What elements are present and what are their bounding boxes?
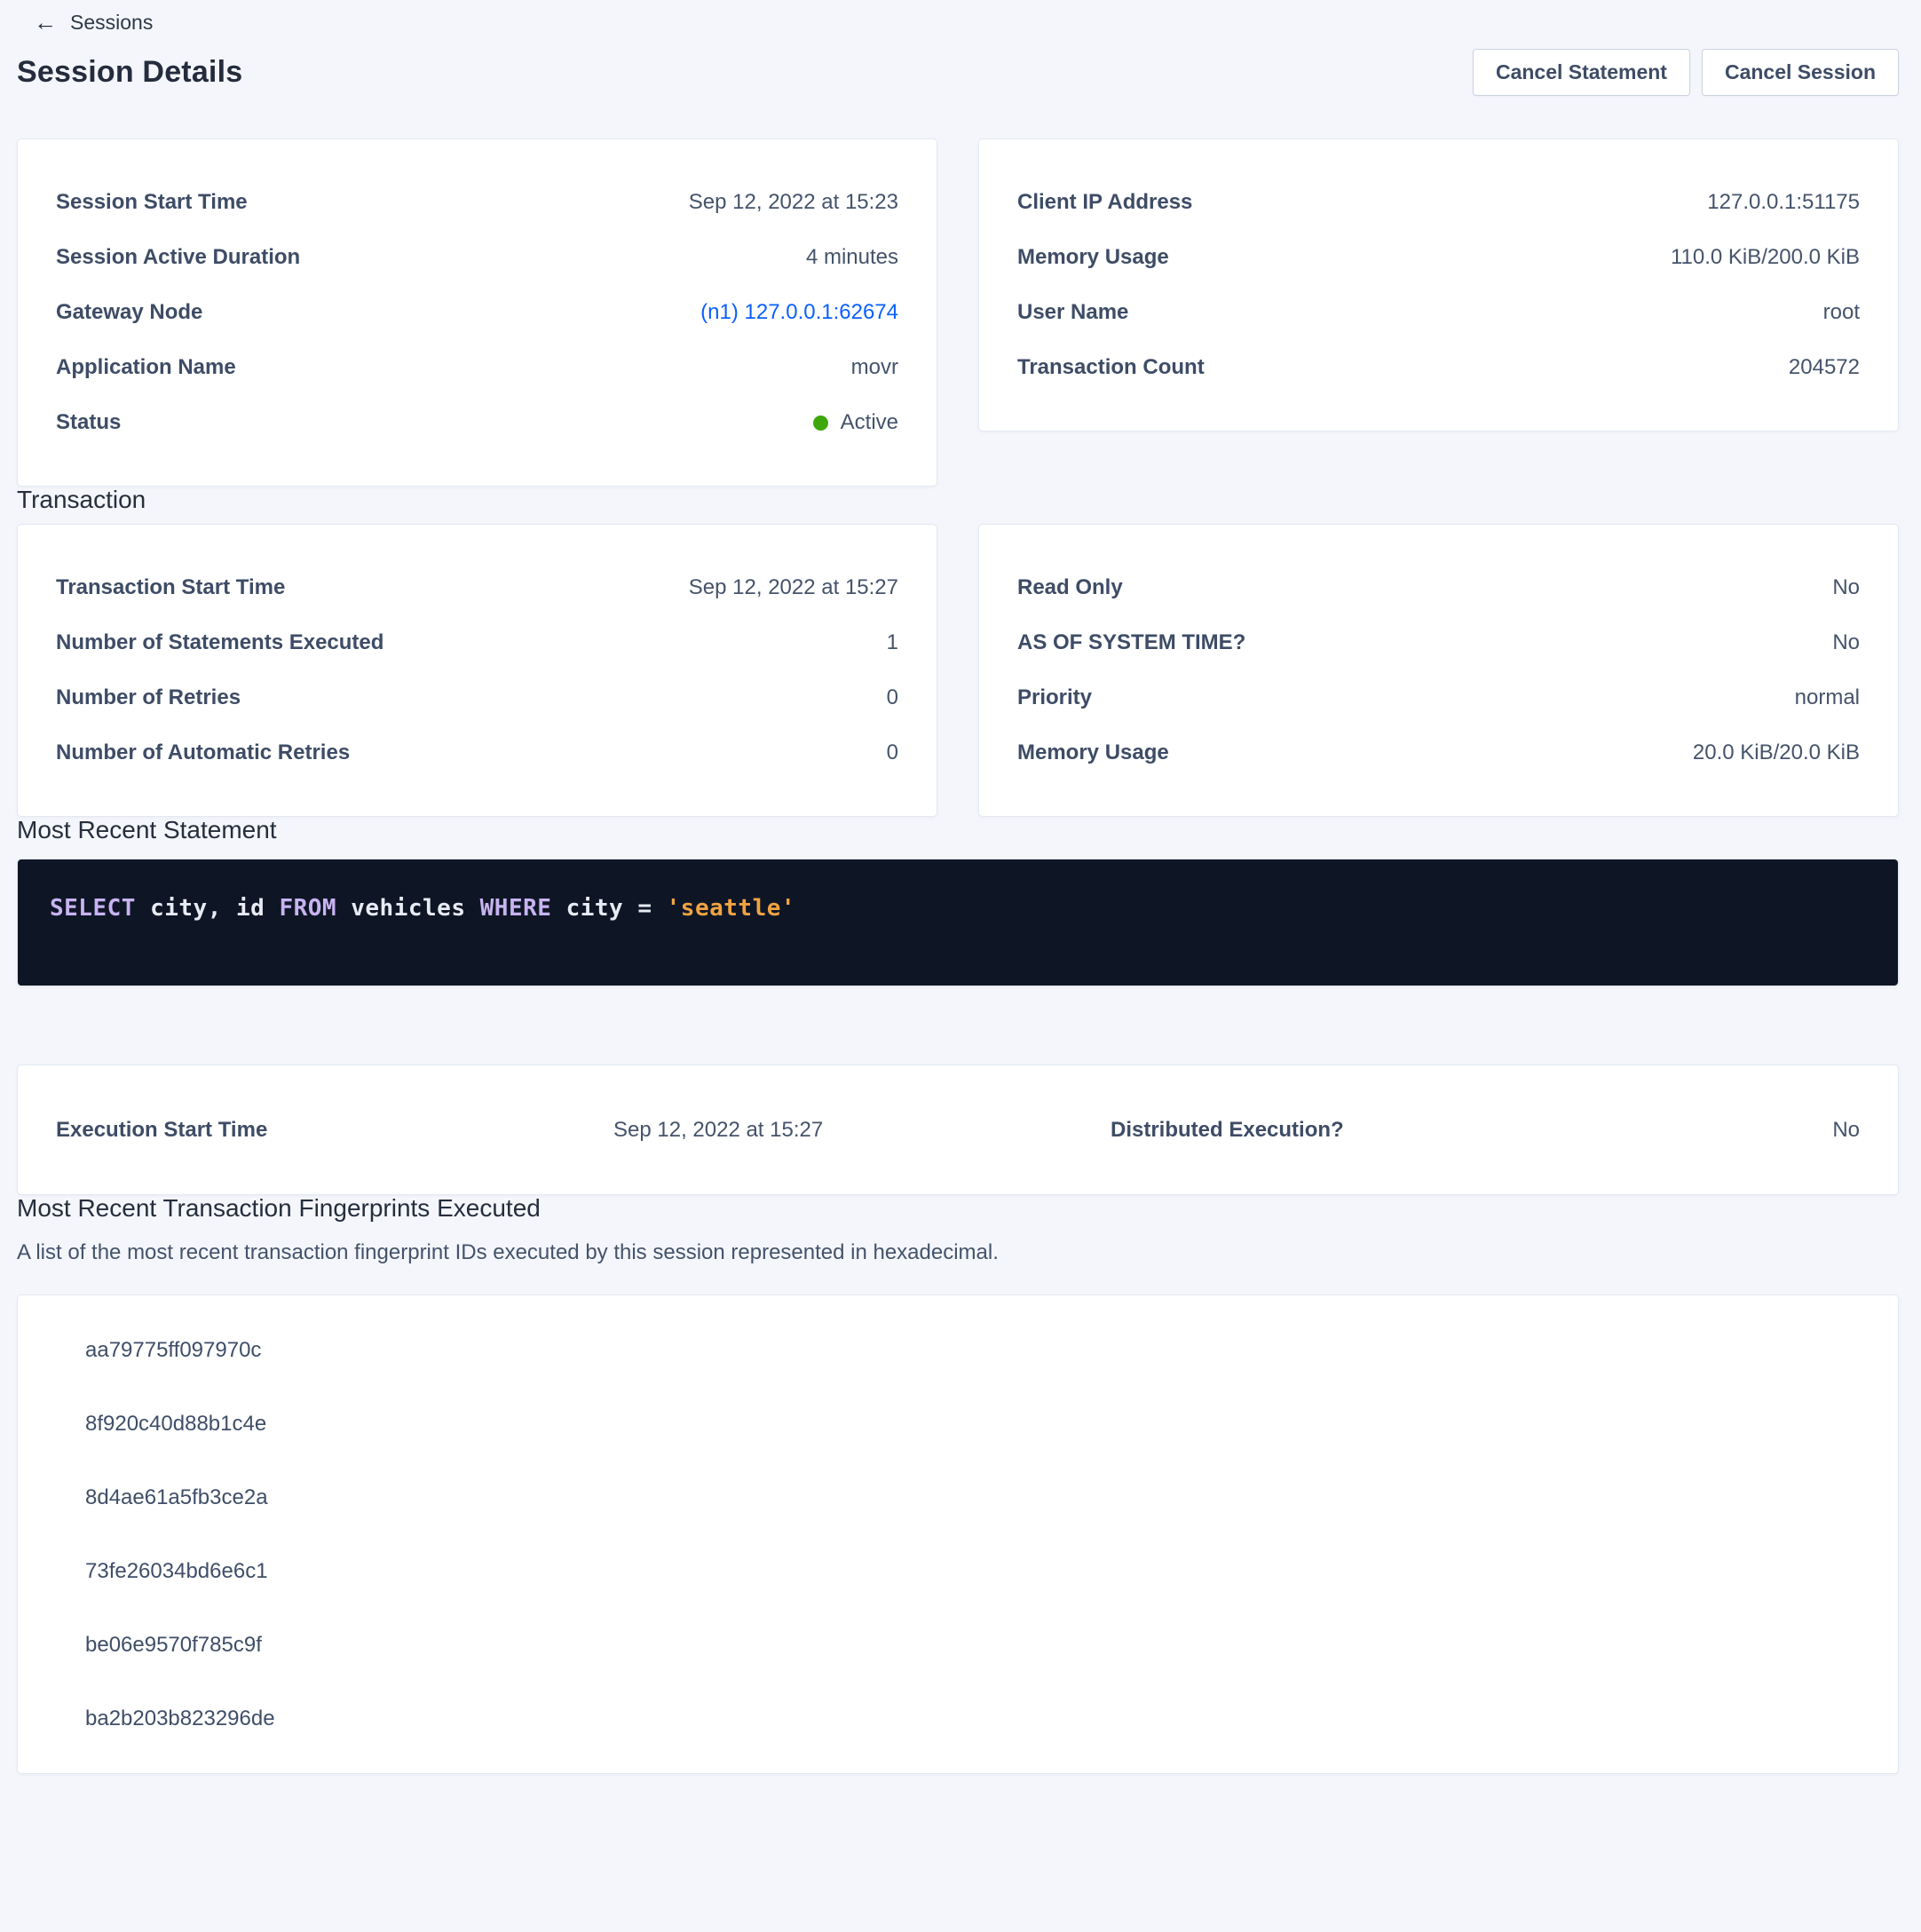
row-session-start-time: Session Start Time Sep 12, 2022 at 15:23 <box>56 175 898 230</box>
row-label: Application Name <box>56 355 254 380</box>
row-statements-executed: Number of Statements Executed 1 <box>56 615 898 670</box>
row-value: 110.0 KiB/200.0 KiB <box>1671 245 1860 270</box>
transaction-section-heading: Transaction <box>17 487 1899 513</box>
row-value: normal <box>1795 685 1860 710</box>
fingerprint-item: 8d4ae61a5fb3ce2a <box>85 1461 1860 1534</box>
session-details-page: ← Sessions Session Details Cancel Statem… <box>0 0 1921 1774</box>
fingerprint-item: be06e9570f785c9f <box>85 1608 1860 1682</box>
row-value: 0 <box>887 740 898 765</box>
sql-statement-box: SELECT city, id FROM vehicles WHERE city… <box>17 859 1899 986</box>
row-as-of-system-time: AS OF SYSTEM TIME? No <box>1017 615 1860 670</box>
fingerprints-card: aa79775ff097970c 8f920c40d88b1c4e 8d4ae6… <box>17 1295 1899 1774</box>
row-client-ip-address: Client IP Address 127.0.0.1:51175 <box>1017 175 1860 230</box>
execution-start-time-label: Execution Start Time <box>56 1118 613 1143</box>
sql-statement: SELECT city, id FROM vehicles WHERE city… <box>50 895 795 922</box>
row-label: AS OF SYSTEM TIME? <box>1017 630 1263 655</box>
back-arrow-icon: ← <box>34 11 57 34</box>
row-label: Client IP Address <box>1017 190 1210 215</box>
execution-start-time-value: Sep 12, 2022 at 15:27 <box>613 1118 1111 1143</box>
fingerprint-item: 8f920c40d88b1c4e <box>85 1387 1860 1461</box>
fingerprint-item: ba2b203b823296de <box>85 1682 1860 1755</box>
sql-text: city, id <box>136 895 280 922</box>
title-bar: Session Details Cancel Statement Cancel … <box>17 48 1899 96</box>
sql-keyword: SELECT <box>50 895 136 922</box>
sql-text: city = <box>551 895 666 922</box>
row-label: Memory Usage <box>1017 245 1187 270</box>
transaction-section: Transaction Start Time Sep 12, 2022 at 1… <box>17 524 1899 817</box>
row-value: Sep 12, 2022 at 15:23 <box>689 190 898 215</box>
fingerprints-description: A list of the most recent transaction fi… <box>17 1239 1899 1266</box>
fingerprint-item: aa79775ff097970c <box>85 1313 1860 1387</box>
page-actions: Cancel Statement Cancel Session <box>1473 49 1899 96</box>
row-label: Session Active Duration <box>56 245 318 270</box>
row-label: Gateway Node <box>56 300 220 325</box>
row-label: Read Only <box>1017 575 1141 600</box>
gateway-node-link[interactable]: (n1) 127.0.0.1:62674 <box>700 300 898 325</box>
row-memory-usage: Memory Usage 110.0 KiB/200.0 KiB <box>1017 230 1860 285</box>
statement-section-heading: Most Recent Statement <box>17 817 1899 843</box>
row-value: movr <box>851 355 898 380</box>
row-value: 204572 <box>1789 355 1860 380</box>
row-read-only: Read Only No <box>1017 560 1860 615</box>
row-label: Number of Retries <box>56 685 258 710</box>
fingerprint-item: 73fe26034bd6e6c1 <box>85 1534 1860 1608</box>
row-label: Transaction Start Time <box>56 575 303 600</box>
row-value: No <box>1832 630 1860 655</box>
row-label: Transaction Count <box>1017 355 1222 380</box>
session-info-card-left: Session Start Time Sep 12, 2022 at 15:23… <box>17 139 937 487</box>
breadcrumb-label: Sessions <box>70 11 153 35</box>
row-value: 4 minutes <box>806 245 898 270</box>
transaction-card-left: Transaction Start Time Sep 12, 2022 at 1… <box>17 524 937 817</box>
row-transaction-count: Transaction Count 204572 <box>1017 340 1860 395</box>
row-label: Number of Statements Executed <box>56 630 401 655</box>
row-label: Memory Usage <box>1017 740 1187 765</box>
row-gateway-node: Gateway Node (n1) 127.0.0.1:62674 <box>56 285 898 340</box>
row-session-active-duration: Session Active Duration 4 minutes <box>56 230 898 285</box>
session-info-card-right: Client IP Address 127.0.0.1:51175 Memory… <box>978 139 1899 432</box>
active-status-icon <box>813 416 828 431</box>
execution-card: Execution Start Time Sep 12, 2022 at 15:… <box>17 1065 1899 1195</box>
page-title: Session Details <box>17 55 242 90</box>
row-value: No <box>1832 575 1860 600</box>
sql-string-literal: 'seattle' <box>667 895 795 922</box>
sql-text: vehicles <box>336 895 480 922</box>
row-label: User Name <box>1017 300 1146 325</box>
row-user-name: User Name root <box>1017 285 1860 340</box>
row-value: 0 <box>887 685 898 710</box>
distributed-execution-value: No <box>1362 1118 1860 1143</box>
sql-keyword: FROM <box>279 895 336 922</box>
transaction-card-right: Read Only No AS OF SYSTEM TIME? No Prior… <box>978 524 1899 817</box>
status-value: Active <box>841 410 898 435</box>
row-txn-memory-usage: Memory Usage 20.0 KiB/20.0 KiB <box>1017 725 1860 780</box>
row-transaction-start-time: Transaction Start Time Sep 12, 2022 at 1… <box>56 560 898 615</box>
row-label: Status <box>56 410 138 435</box>
row-label: Priority <box>1017 685 1110 710</box>
row-value: root <box>1823 300 1860 325</box>
row-status: Status Active <box>56 395 898 450</box>
row-priority: Priority normal <box>1017 670 1860 725</box>
session-summary-section: Session Start Time Sep 12, 2022 at 15:23… <box>17 139 1899 487</box>
row-value: 20.0 KiB/20.0 KiB <box>1693 740 1860 765</box>
row-value: 1 <box>887 630 898 655</box>
row-label: Session Start Time <box>56 190 265 215</box>
distributed-execution-label: Distributed Execution? <box>1111 1118 1362 1143</box>
row-automatic-retries: Number of Automatic Retries 0 <box>56 725 898 780</box>
sql-keyword: WHERE <box>480 895 552 922</box>
row-application-name: Application Name movr <box>56 340 898 395</box>
row-number-of-retries: Number of Retries 0 <box>56 670 898 725</box>
cancel-session-button[interactable]: Cancel Session <box>1702 49 1899 96</box>
row-value: Sep 12, 2022 at 15:27 <box>689 575 898 600</box>
row-label: Number of Automatic Retries <box>56 740 368 765</box>
row-value: 127.0.0.1:51175 <box>1707 190 1860 215</box>
status-badge: Active <box>813 410 898 435</box>
fingerprints-section-heading: Most Recent Transaction Fingerprints Exe… <box>17 1195 1899 1222</box>
back-to-sessions-link[interactable]: ← Sessions <box>34 9 153 36</box>
cancel-statement-button[interactable]: Cancel Statement <box>1473 49 1690 96</box>
